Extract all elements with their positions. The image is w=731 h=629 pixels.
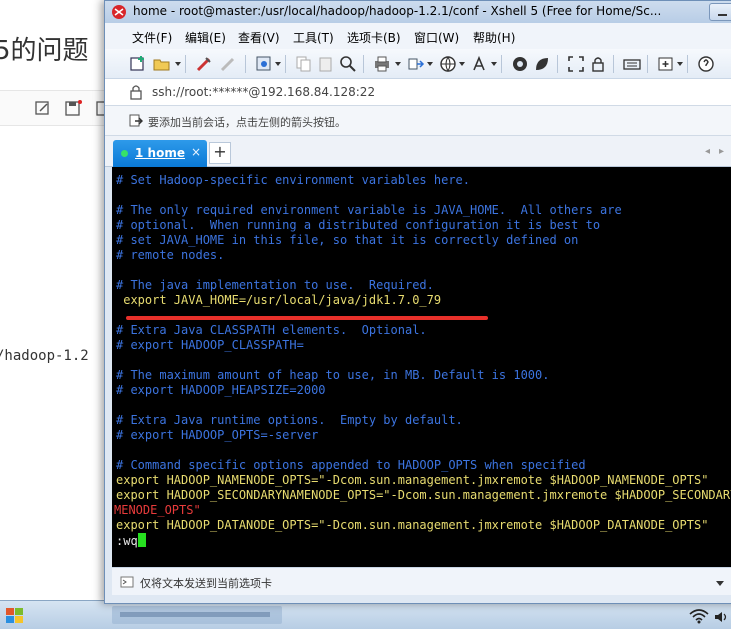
session-hint-bar: 要添加当前会话，点击左侧的箭头按钮。 <box>105 106 731 136</box>
paste-icon[interactable] <box>317 55 335 73</box>
print-icon[interactable] <box>373 55 391 73</box>
java-home-line: export JAVA_HOME=/usr/local/java/jdk1.7.… <box>116 293 442 307</box>
terminal-line: # export HADOOP_OPTS=-server <box>116 428 319 442</box>
menu-window[interactable]: 窗口(W) <box>414 29 459 46</box>
tab-label: 1 home <box>135 146 185 160</box>
terminal-line: # Command specific options appended to H… <box>116 458 586 472</box>
new-tab-button[interactable]: + <box>209 142 231 164</box>
help-icon[interactable] <box>697 55 715 73</box>
menu-view[interactable]: 查看(V) <box>238 29 280 46</box>
arrow-icon[interactable] <box>129 114 143 131</box>
menu-edit[interactable]: 编辑(E) <box>185 29 226 46</box>
tab-scroll-right-icon[interactable]: ▸ <box>719 146 724 157</box>
send-target-text: 仅将文本发送到当前选项卡 <box>140 577 272 590</box>
tab-scroll-left-icon[interactable]: ◂ <box>705 146 710 157</box>
terminal-line: export HADOOP_SECONDARYNAMENODE_OPTS="-D… <box>116 488 731 502</box>
new-session-icon[interactable] <box>129 55 147 73</box>
tab-bar: 1 home × + ◂ ▸ <box>105 136 731 167</box>
terminal-line: export HADOOP_NAMENODE_OPTS="-Dcom.sun.m… <box>116 473 709 487</box>
terminal-line: MENODE_OPTS" <box>114 503 201 517</box>
find-icon[interactable] <box>339 55 357 73</box>
tab-close-icon[interactable]: × <box>191 145 201 159</box>
properties-icon[interactable] <box>255 55 273 73</box>
terminal-line: # remote nodes. <box>116 248 225 262</box>
minimize-button[interactable] <box>709 3 731 21</box>
transfer-icon[interactable] <box>407 55 425 73</box>
taskbar-item-xshell[interactable] <box>110 603 286 627</box>
volume-icon[interactable] <box>714 610 728 627</box>
menu-tabs[interactable]: 选项卡(B) <box>347 29 401 46</box>
toolbar <box>105 49 731 79</box>
terminal-line: # set JAVA_HOME in this file, so that it… <box>116 233 579 247</box>
chevron-down-icon[interactable] <box>716 581 724 586</box>
command-line: :wq <box>116 533 146 549</box>
address-bar[interactable]: ssh://root:******@192.168.84.128:22 <box>105 79 731 106</box>
fullscreen-icon[interactable] <box>567 55 585 73</box>
xmanager-icon[interactable] <box>533 55 551 73</box>
terminal-line: # Extra Java CLASSPATH elements. Optiona… <box>116 323 427 337</box>
compose-bar: 仅将文本发送到当前选项卡 <box>112 567 731 595</box>
xftp-icon[interactable] <box>511 55 529 73</box>
taskbar <box>0 600 731 629</box>
new-tab-icon[interactable] <box>657 55 675 73</box>
tab-home[interactable]: 1 home × <box>113 140 207 167</box>
terminal-line: # optional. When running a distributed c… <box>116 218 601 232</box>
terminal-line: # export HADOOP_HEAPSIZE=2000 <box>116 383 326 397</box>
status-dot-icon <box>121 150 128 157</box>
background-title: 5的问题 <box>0 36 89 66</box>
terminal-line: export HADOOP_DATANODE_OPTS="-Dcom.sun.m… <box>116 518 709 532</box>
menu-bar: 文件(F) 编辑(E) 查看(V) 工具(T) 选项卡(B) 窗口(W) 帮助(… <box>105 23 731 49</box>
xshell-window: home - root@master:/usr/local/hadoop/had… <box>104 0 731 604</box>
terminal-line: # Extra Java runtime options. Empty by d… <box>116 413 463 427</box>
background-editor-toolbar <box>0 90 110 126</box>
copy-icon[interactable] <box>295 55 313 73</box>
start-button[interactable] <box>0 603 38 629</box>
menu-file[interactable]: 文件(F) <box>132 29 172 46</box>
network-icon[interactable] <box>688 608 710 627</box>
terminal-line: # Set Hadoop-specific environment variab… <box>116 173 471 187</box>
open-folder-icon[interactable] <box>153 55 171 73</box>
save-icon[interactable] <box>64 99 82 117</box>
title-bar[interactable]: home - root@master:/usr/local/hadoop/had… <box>105 1 731 23</box>
globe-icon[interactable] <box>439 55 457 73</box>
terminal-line: # export HADOOP_CLASSPATH= <box>116 338 304 352</box>
terminal-line: # The maximum amount of heap to use, in … <box>116 368 550 382</box>
address-text: ssh://root:******@192.168.84.128:22 <box>152 85 376 99</box>
xshell-app-icon[interactable] <box>111 4 127 23</box>
compose-icon[interactable] <box>120 576 134 591</box>
connect-icon[interactable] <box>195 55 213 73</box>
terminal-line: # The only required environment variable… <box>116 203 622 217</box>
disconnect-icon[interactable] <box>219 55 237 73</box>
window-title: home - root@master:/usr/local/hadoop/had… <box>133 4 662 18</box>
menu-help[interactable]: 帮助(H) <box>473 29 515 46</box>
background-path-text: /hadoop-1.2 <box>0 348 89 364</box>
lock-icon <box>129 84 143 103</box>
edit-icon[interactable] <box>34 99 52 117</box>
annotation-underline <box>126 316 488 320</box>
command-text: :wq <box>116 534 138 548</box>
cursor <box>137 533 146 547</box>
menu-tools[interactable]: 工具(T) <box>293 29 334 46</box>
terminal-line: # The java implementation to use. Requir… <box>116 278 434 292</box>
lock-screen-icon[interactable] <box>589 55 607 73</box>
font-icon[interactable] <box>471 55 489 73</box>
hint-text: 要添加当前会话，点击左侧的箭头按钮。 <box>148 116 346 129</box>
keyboard-icon[interactable] <box>623 55 641 73</box>
terminal[interactable]: # Set Hadoop-specific environment variab… <box>112 167 731 567</box>
